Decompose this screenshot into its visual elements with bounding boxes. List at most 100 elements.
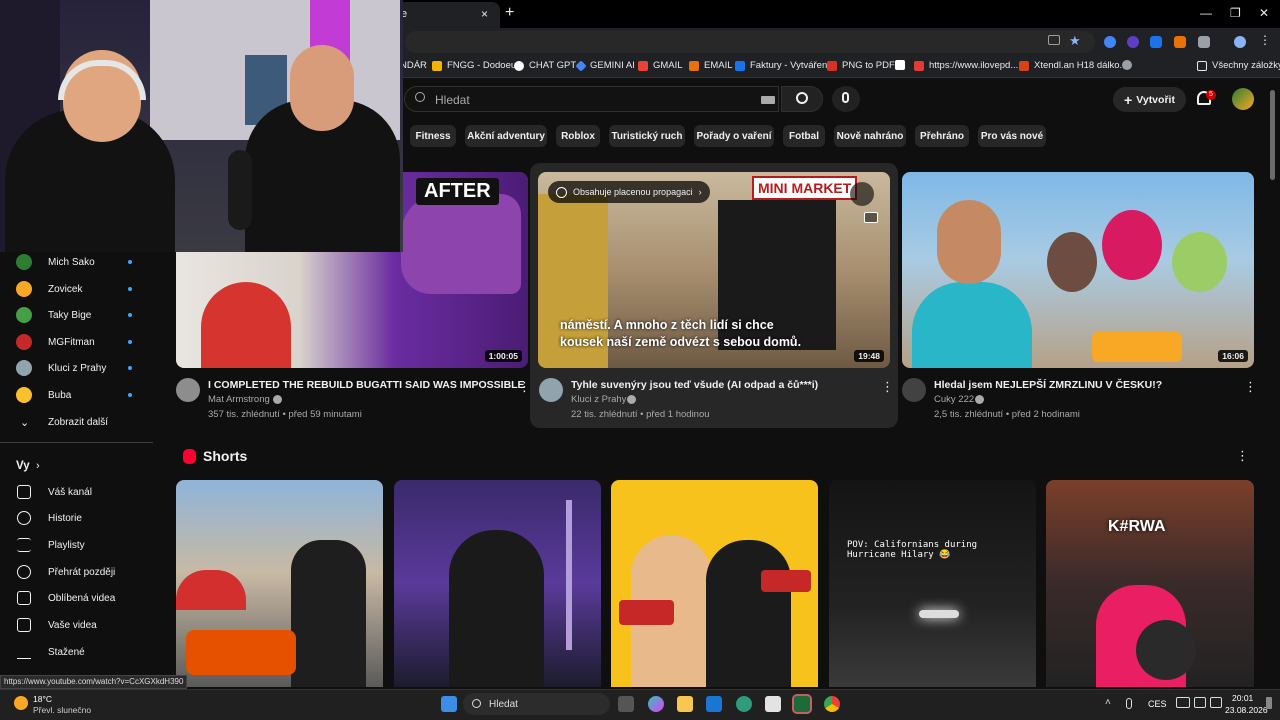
new-tab-button[interactable]: + bbox=[505, 4, 514, 22]
bookmark-item[interactable]: Faktury - Vytváření bbox=[735, 60, 830, 71]
bookmark-item[interactable]: EMAIL bbox=[689, 60, 733, 71]
extension-icon[interactable] bbox=[1104, 36, 1116, 48]
sidebar-item-downloads[interactable]: Stažené bbox=[0, 639, 153, 665]
short-thumbnail[interactable]: POV: Californians during Hurricane Hilar… bbox=[829, 480, 1036, 687]
sidebar-item-subscription[interactable]: Kluci z Prahy bbox=[0, 355, 153, 381]
chip-tourism[interactable]: Turistický ruch bbox=[609, 125, 685, 147]
keyboard-icon[interactable] bbox=[761, 96, 775, 104]
bookmark-item[interactable]: GMAIL bbox=[638, 60, 683, 71]
bookmark-item[interactable]: CHAT GPT bbox=[514, 60, 576, 71]
network-icon[interactable] bbox=[1176, 697, 1190, 708]
video-title[interactable]: Hledal jsem NEJLEPŠÍ ZMRZLINU V ČESKU!? bbox=[934, 379, 1162, 391]
sidebar-item-subscription[interactable]: Taky Bige bbox=[0, 302, 153, 328]
paid-promotion-badge[interactable]: Obsahuje placenou propagaci › bbox=[548, 181, 710, 203]
mute-icon[interactable] bbox=[850, 182, 874, 206]
create-button[interactable]: + Vytvořit bbox=[1113, 87, 1186, 112]
sidebar-item-your-videos[interactable]: Vaše videa bbox=[0, 612, 153, 638]
weather-icon[interactable] bbox=[14, 696, 28, 710]
extensions-puzzle-icon[interactable] bbox=[1198, 36, 1210, 48]
chevron-up-icon[interactable]: ˄ bbox=[1105, 697, 1111, 708]
omnibox[interactable] bbox=[405, 31, 1095, 53]
captions-icon[interactable] bbox=[864, 212, 878, 223]
copilot-icon[interactable] bbox=[648, 696, 664, 712]
cast-icon[interactable] bbox=[1048, 35, 1060, 45]
chrome-icon[interactable] bbox=[824, 696, 840, 712]
short-thumbnail[interactable] bbox=[176, 480, 383, 687]
short-thumbnail[interactable] bbox=[611, 480, 818, 687]
short-thumbnail[interactable]: K#RWA bbox=[1046, 480, 1254, 687]
bookmark-item[interactable]: PNG to PDF bbox=[827, 60, 895, 71]
clock-time[interactable]: 20:01 bbox=[1232, 693, 1253, 703]
extension-icon[interactable] bbox=[1150, 36, 1162, 48]
close-window-button[interactable]: ✕ bbox=[1259, 6, 1269, 20]
page-scrollbar[interactable] bbox=[1270, 90, 1275, 180]
bookmark-item[interactable]: NDÁR bbox=[400, 60, 427, 71]
bookmark-item[interactable] bbox=[895, 60, 910, 70]
clock-date[interactable]: 23.08.2026 bbox=[1225, 705, 1268, 715]
chip-new-to-you[interactable]: Pro vás nové bbox=[978, 125, 1046, 147]
video-thumbnail[interactable]: MINI MARKET Obsahuje placenou propagaci … bbox=[538, 172, 890, 368]
volume-icon[interactable] bbox=[1194, 697, 1206, 708]
store-icon[interactable] bbox=[765, 696, 781, 712]
sidebar-item-subscription[interactable]: Mich Sako bbox=[0, 249, 153, 275]
extension-icon[interactable] bbox=[1127, 36, 1139, 48]
sidebar-item-your-channel[interactable]: Váš kanál bbox=[0, 479, 153, 505]
profile-icon[interactable] bbox=[1234, 36, 1246, 48]
extension-icon[interactable] bbox=[1174, 36, 1186, 48]
shorts-menu-icon[interactable]: ⋮ bbox=[1236, 448, 1249, 464]
channel-avatar[interactable] bbox=[902, 378, 926, 402]
search-input[interactable]: Hledat bbox=[404, 86, 779, 112]
chip-football[interactable]: Fotbal bbox=[783, 125, 825, 147]
chip-watched[interactable]: Přehráno bbox=[915, 125, 969, 147]
chip-fitness[interactable]: Fitness bbox=[410, 125, 456, 147]
sidebar-you-header[interactable]: Vy › bbox=[0, 453, 153, 479]
sidebar-show-more[interactable]: ⌄ Zobrazit další bbox=[0, 409, 153, 435]
video-thumbnail[interactable]: 16:06 bbox=[902, 172, 1254, 368]
input-language[interactable]: CES bbox=[1148, 699, 1167, 709]
video-title[interactable]: Tyhle suvenýry jsou teď všude (AI odpad … bbox=[571, 379, 818, 391]
sidebar-item-subscription[interactable]: MGFitman bbox=[0, 329, 153, 355]
chip-action-adventure[interactable]: Akční adventury bbox=[465, 125, 547, 147]
sidebar-item-history[interactable]: Historie bbox=[0, 505, 153, 531]
sidebar-item-subscription[interactable]: Zovicek bbox=[0, 276, 153, 302]
tab-close-icon[interactable]: × bbox=[481, 7, 488, 21]
task-view-icon[interactable] bbox=[618, 696, 634, 712]
taskbar-search[interactable]: Hledat bbox=[463, 693, 610, 715]
minimize-button[interactable]: — bbox=[1200, 6, 1212, 20]
mic-icon[interactable] bbox=[1126, 698, 1132, 709]
sidebar-item-subscription[interactable]: Buba bbox=[0, 382, 153, 408]
menu-kebab-icon[interactable]: ⋮ bbox=[1259, 33, 1271, 47]
short-thumbnail[interactable] bbox=[394, 480, 601, 687]
channel-name[interactable]: Cuky 222 bbox=[934, 394, 974, 405]
search-button[interactable] bbox=[781, 86, 823, 112]
video-menu-icon[interactable]: ⋮ bbox=[1244, 379, 1257, 395]
bookmark-item[interactable]: FNGG - Dodoeu bbox=[432, 60, 516, 71]
bookmark-item[interactable]: Xtendl.an H18 dálko... bbox=[1019, 60, 1127, 71]
chip-cooking[interactable]: Pořady o vaření bbox=[694, 125, 774, 147]
channel-avatar[interactable] bbox=[176, 378, 200, 402]
channel-name[interactable]: Kluci z Prahy bbox=[571, 394, 626, 405]
channel-name[interactable]: Mat Armstrong bbox=[208, 394, 270, 405]
chip-roblox[interactable]: Roblox bbox=[556, 125, 600, 147]
bookmark-item[interactable]: GEMINI AI bbox=[575, 59, 635, 72]
bookmark-star-icon[interactable]: ★ bbox=[1069, 33, 1081, 49]
edge-icon[interactable] bbox=[736, 696, 752, 712]
sidebar-item-watch-later[interactable]: Přehrát později bbox=[0, 559, 153, 585]
account-avatar[interactable] bbox=[1232, 88, 1254, 110]
sidebar-item-playlists[interactable]: Playlisty bbox=[0, 532, 153, 558]
voice-search-button[interactable] bbox=[832, 86, 860, 112]
file-explorer-icon[interactable] bbox=[677, 696, 693, 712]
browser-tab[interactable]: e × bbox=[395, 2, 500, 28]
outlook-icon[interactable] bbox=[706, 696, 722, 712]
video-menu-icon[interactable]: ⋮ bbox=[518, 379, 531, 395]
chip-recently-uploaded[interactable]: Nově nahráno bbox=[834, 125, 906, 147]
battery-icon[interactable] bbox=[1210, 697, 1222, 708]
maximize-button[interactable]: ❐ bbox=[1230, 6, 1241, 20]
video-menu-icon[interactable]: ⋮ bbox=[881, 379, 894, 395]
bookmark-item[interactable] bbox=[1122, 60, 1137, 70]
bookmark-item[interactable]: https://www.ilovepd... bbox=[914, 60, 1018, 71]
terminal-icon[interactable] bbox=[792, 694, 812, 714]
notifications-icon[interactable] bbox=[1266, 697, 1272, 709]
all-bookmarks[interactable]: Všechny záložky bbox=[1197, 60, 1280, 71]
start-icon[interactable] bbox=[441, 696, 457, 712]
